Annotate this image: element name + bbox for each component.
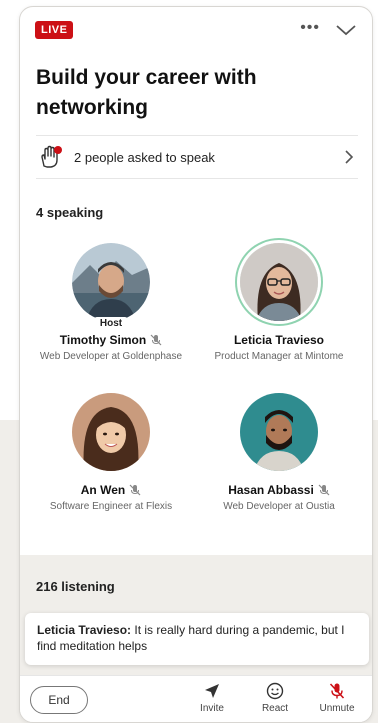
speaker-card[interactable]: Leticia Travieso Product Manager at Mint… (204, 243, 354, 363)
speaker-name: Hasan Abbassi (228, 483, 314, 497)
raised-hand-icon (41, 145, 62, 168)
avatar (240, 393, 318, 471)
speaker-role: Web Developer at Goldenphase (39, 351, 183, 362)
host-tag: Host (93, 317, 129, 330)
speaker-name-row: An Wen (36, 483, 186, 497)
speaker-name-row: Hasan Abbassi (204, 483, 354, 497)
speaker-role: Web Developer at Oustia (223, 501, 335, 512)
invite-button[interactable]: Invite (188, 682, 236, 714)
event-title: Build your career with networking (36, 66, 257, 119)
unmute-label: Unmute (319, 703, 355, 714)
chevron-down-icon[interactable] (334, 21, 358, 39)
speaker-card[interactable]: Hasan Abbassi Web Developer at Oustia (204, 393, 354, 513)
mic-off-icon (129, 484, 141, 496)
invite-label: Invite (200, 703, 224, 714)
speaker-role: Product Manager at Mintome (214, 351, 344, 362)
listening-count: 216 listening (36, 579, 115, 594)
speaker-name-row: Leticia Travieso (204, 333, 354, 347)
mic-off-icon (329, 683, 345, 699)
more-options-icon[interactable]: ••• (300, 20, 320, 36)
avatar: Host (72, 243, 150, 330)
bottom-action-bar: End Invite React Unmute (20, 675, 372, 722)
asked-to-speak-text: 2 people asked to speak (74, 149, 215, 165)
smiley-icon (266, 682, 284, 700)
speaker-role: Software Engineer at Flexis (49, 501, 173, 512)
speaker-name: Timothy Simon (59, 333, 147, 347)
chevron-right-icon (345, 150, 354, 164)
avatar-active-speaker (240, 243, 318, 321)
asked-to-speak-row[interactable]: 2 people asked to speak (36, 135, 358, 179)
audio-event-panel: LIVE ••• Build your career with networki… (19, 6, 373, 723)
send-icon (205, 684, 219, 698)
comment-card: Leticia Travieso: It is really hard duri… (25, 613, 369, 665)
live-badge: LIVE (35, 21, 74, 39)
speaker-name: Leticia Travieso (233, 333, 325, 347)
react-label: React (261, 703, 289, 714)
avatar (72, 393, 150, 471)
speaker-name-row: Timothy Simon (36, 333, 186, 347)
speaker-card[interactable]: Host Timothy Simon Web Developer at Gold… (36, 243, 186, 363)
speaking-count: 4 speaking (36, 205, 104, 220)
speaker-card[interactable]: An Wen Software Engineer at Flexis (36, 393, 186, 513)
end-button[interactable]: End (30, 686, 88, 714)
unmute-button[interactable]: Unmute (313, 682, 361, 714)
react-button[interactable]: React (251, 682, 299, 714)
event-header: LIVE ••• Build your career with networki… (20, 7, 372, 127)
mic-off-icon (318, 484, 330, 496)
mic-off-icon (150, 334, 162, 346)
speaker-name: An Wen (80, 483, 126, 497)
comment-author: Leticia Travieso: (37, 623, 132, 637)
